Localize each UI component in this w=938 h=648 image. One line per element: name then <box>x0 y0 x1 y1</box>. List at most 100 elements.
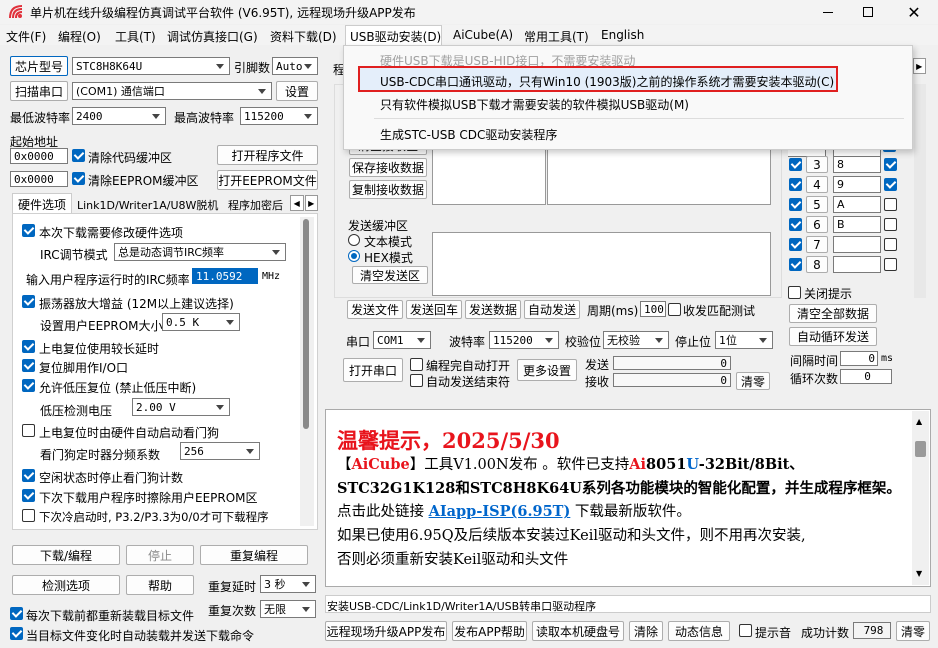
multi-row-8-input[interactable] <box>833 256 881 273</box>
notice-scrollbar[interactable]: ▲ ▼ <box>912 411 929 585</box>
clear-eeprom-checkbox[interactable] <box>72 172 85 185</box>
multi-row-6-button[interactable]: 6 <box>806 216 828 233</box>
multi-row-7-input[interactable] <box>833 236 881 253</box>
clear-counts-button[interactable]: 清零 <box>736 372 770 390</box>
options-scrollbar[interactable] <box>300 217 314 526</box>
auto-open-checkbox[interactable] <box>410 358 423 371</box>
auto-loop-button[interactable]: 自动循环发送 <box>789 327 877 346</box>
dropdown-item-generate-cdc[interactable]: 生成STC-USB CDC驱动安装程序 <box>380 126 557 143</box>
modify-hw-checkbox[interactable] <box>22 224 35 237</box>
tab-encryption[interactable]: 程序加密后 <box>228 197 283 213</box>
match-test-checkbox[interactable] <box>668 303 681 316</box>
chip-model-button[interactable]: 芯片型号 <box>10 56 68 76</box>
reload-auto-checkbox[interactable] <box>10 627 23 640</box>
multi-row-5-input[interactable]: A <box>833 196 881 213</box>
open-program-button[interactable]: 打开程序文件 <box>217 145 318 165</box>
serial-baud-select[interactable]: 115200 <box>489 331 559 349</box>
tab-offline[interactable]: Link1D/Writer1A/U8W脱机 <box>77 197 218 213</box>
long-reset-checkbox[interactable] <box>22 340 35 353</box>
low-voltage-reset-checkbox[interactable] <box>22 379 35 392</box>
stop-bits-select[interactable]: 1位 <box>715 331 773 349</box>
multi-row-8-checkbox[interactable] <box>789 258 802 271</box>
osc-gain-checkbox[interactable] <box>22 295 35 308</box>
close-tips-checkbox[interactable] <box>788 286 801 299</box>
multi-row-6-input[interactable]: B <box>833 216 881 233</box>
copy-recv-button[interactable]: 复制接收数据 <box>349 180 427 199</box>
dynamic-info-button[interactable]: 动态信息 <box>668 621 730 641</box>
reset-count-button[interactable]: 清零 <box>896 621 930 641</box>
eeprom-size-select[interactable]: 0.5 K <box>162 313 240 331</box>
irc-freq-input[interactable]: 11.0592 <box>192 268 258 284</box>
watchdog-auto-checkbox[interactable] <box>22 424 35 437</box>
menu-program[interactable]: 编程(O) <box>58 28 101 45</box>
menu-tools[interactable]: 工具(T) <box>115 28 156 45</box>
clear-send-button[interactable]: 清空发送区 <box>352 266 428 284</box>
clear-all-button[interactable]: 清空全部数据 <box>789 304 877 323</box>
port-select[interactable]: (COM1) 通信端口 <box>72 82 272 100</box>
menu-common-tools[interactable]: 常用工具(T) <box>524 28 589 45</box>
menu-download[interactable]: 资料下载(D) <box>270 28 337 45</box>
multi-row-7-checkbox[interactable] <box>789 238 802 251</box>
pins-select[interactable]: Auto <box>272 57 318 75</box>
multi-row-3-checkbox[interactable] <box>789 158 802 171</box>
auto-end-checkbox[interactable] <box>410 374 423 387</box>
stop-button[interactable]: 停止 <box>126 545 194 565</box>
code-start-address[interactable]: 0x0000 <box>10 148 68 164</box>
low-voltage-select[interactable]: 2.00 V <box>132 398 230 416</box>
menu-file[interactable]: 文件(F) <box>6 28 46 45</box>
maximize-icon[interactable] <box>848 0 888 24</box>
repeat-delay-select[interactable]: 3 秒 <box>260 575 316 593</box>
menu-english[interactable]: English <box>601 28 644 42</box>
reset-io-checkbox[interactable] <box>22 359 35 372</box>
multi-row-3-button[interactable]: 3 <box>806 156 828 173</box>
multi-row-7-hex[interactable] <box>884 238 897 251</box>
remote-upgrade-button[interactable]: 远程现场升级APP发布 <box>325 621 447 641</box>
dropdown-item-cdc[interactable]: USB-CDC串口通讯驱动，只有Win10 (1903版)之前的操作系统才需要安… <box>380 73 834 90</box>
period-input[interactable]: 100 <box>640 301 666 317</box>
minimize-icon[interactable] <box>808 0 848 24</box>
loop-count-input[interactable]: 0 <box>840 369 892 384</box>
multi-list-scrollbar[interactable] <box>914 84 926 298</box>
close-icon[interactable]: ✕ <box>892 0 936 24</box>
max-baud-select[interactable]: 115200 <box>240 107 318 125</box>
multi-row-4-hex[interactable] <box>884 178 897 191</box>
repeat-count-select[interactable]: 无限 <box>260 600 316 618</box>
repeat-program-button[interactable]: 重复编程 <box>200 545 308 565</box>
watchdog-div-select[interactable]: 256 <box>180 442 260 460</box>
interval-input[interactable]: 0 <box>840 351 878 366</box>
clear-button[interactable]: 清除 <box>629 621 663 641</box>
multi-row-6-checkbox[interactable] <box>789 218 802 231</box>
hex-mode-radio[interactable] <box>348 250 360 262</box>
dropdown-item-soft-usb[interactable]: 只有软件模拟USB下载才需要安装的软件模拟USB驱动(M) <box>380 96 689 113</box>
download-button[interactable]: 下载/编程 <box>12 545 120 565</box>
save-recv-button[interactable]: 保存接收数据 <box>349 158 427 177</box>
idle-watchdog-checkbox[interactable] <box>22 469 35 482</box>
serial-port-select[interactable]: COM1 <box>373 331 431 349</box>
multi-row-8-button[interactable]: 8 <box>806 256 828 273</box>
multi-row-8-hex[interactable] <box>884 258 897 271</box>
detect-options-button[interactable]: 检测选项 <box>12 575 120 595</box>
multi-row-4-button[interactable]: 4 <box>806 176 828 193</box>
eeprom-start-address[interactable]: 0x0000 <box>10 171 68 187</box>
irc-mode-select[interactable]: 总是动态调节IRC频率 <box>114 243 286 261</box>
send-enter-button[interactable]: 发送回车 <box>406 300 462 319</box>
multi-row-5-button[interactable]: 5 <box>806 196 828 213</box>
multi-row-3-hex[interactable] <box>884 158 897 171</box>
min-baud-select[interactable]: 2400 <box>72 107 166 125</box>
tab-scroll-arrows[interactable]: ◀ ▶ <box>290 195 318 211</box>
multi-row-5-hex[interactable] <box>884 198 897 211</box>
download-link[interactable]: AIapp-ISP(6.95T) <box>429 503 571 520</box>
open-eeprom-button[interactable]: 打开EEPROM文件 <box>217 170 318 190</box>
help-button[interactable]: 帮助 <box>126 575 194 595</box>
scan-port-button[interactable]: 扫描串口 <box>10 81 68 101</box>
erase-eeprom-checkbox[interactable] <box>22 489 35 502</box>
menu-debug[interactable]: 调试仿真接口(G) <box>167 28 258 45</box>
send-file-button[interactable]: 发送文件 <box>347 300 403 319</box>
multi-row-6-hex[interactable] <box>884 218 897 231</box>
multi-row-4-checkbox[interactable] <box>789 178 802 191</box>
read-disk-id-button[interactable]: 读取本机硬盘号 <box>532 621 624 641</box>
multi-row-7-button[interactable]: 7 <box>806 236 828 253</box>
multi-row-3-input[interactable]: 8 <box>833 156 881 173</box>
menu-usb-driver[interactable]: USB驱动安装(D) <box>350 28 441 45</box>
beep-checkbox[interactable] <box>739 624 752 637</box>
